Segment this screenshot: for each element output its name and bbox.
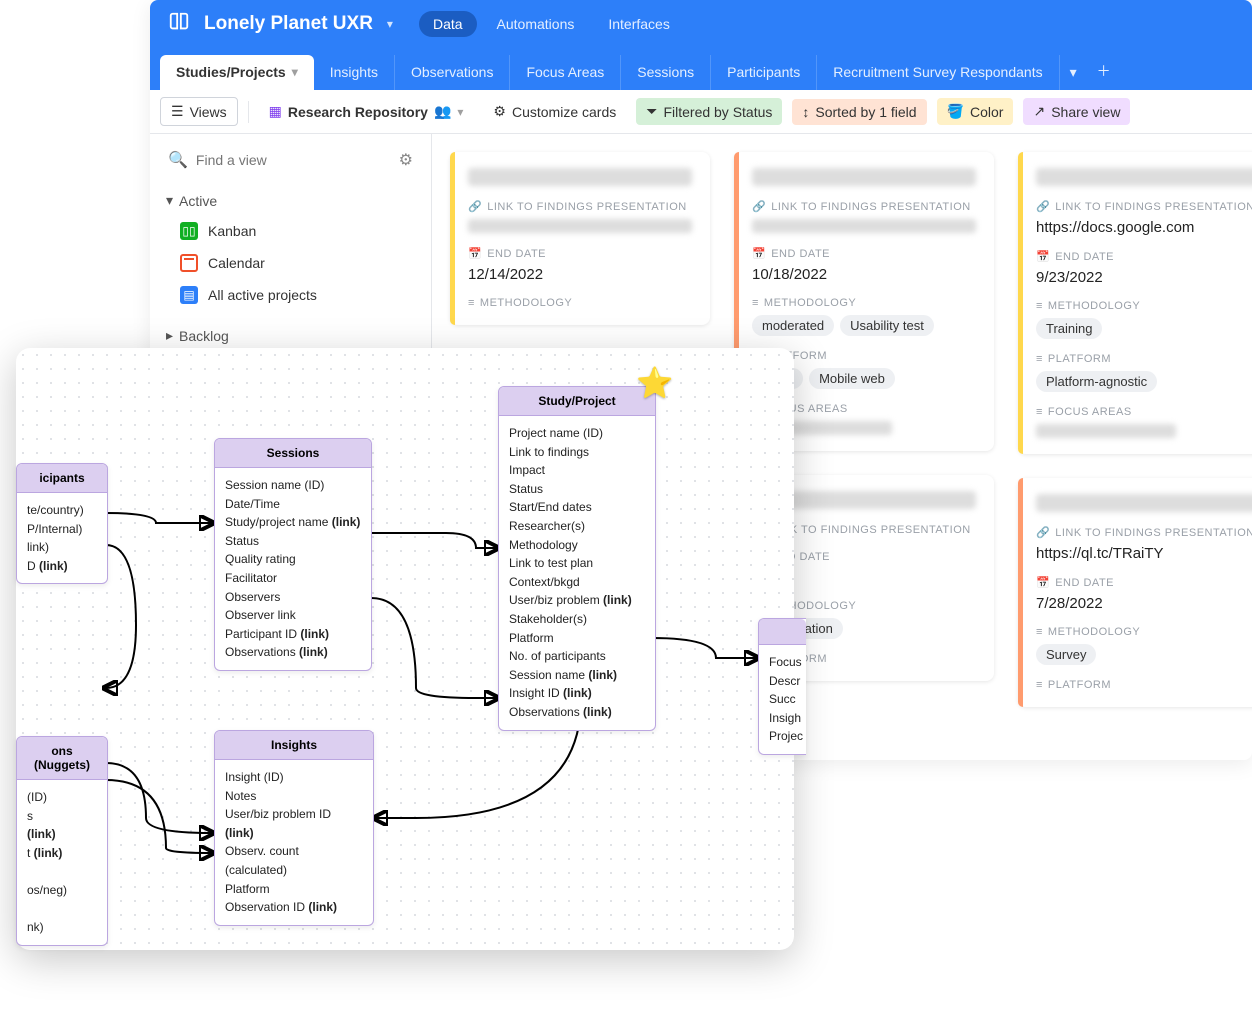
field-label: ≡ METHODOLOGY <box>1036 300 1252 312</box>
field-label: 📅 END DATE <box>1036 250 1252 263</box>
share-icon: ↗ <box>1033 103 1045 120</box>
view-all-active[interactable]: ▤All active projects <box>162 279 419 311</box>
field-label: ≡ METHODOLOGY <box>1036 626 1252 638</box>
study-card[interactable]: 🔗 LINK TO FINDINGS PRESENTATION 📅 END DA… <box>450 152 710 325</box>
base-title[interactable]: Lonely Planet UXR <box>204 13 373 35</box>
customize-cards-button[interactable]: ⚙Customize cards <box>483 98 626 125</box>
view-calendar[interactable]: Calendar <box>162 247 419 279</box>
card-title-redacted <box>1036 494 1252 512</box>
diagram-focus-box[interactable]: FocusDescrSuccInsighProjec <box>758 618 806 755</box>
field-label: ≡ METHODOLOGY <box>468 297 692 309</box>
chevron-down-icon[interactable]: ▾ <box>387 17 393 31</box>
section-backlog[interactable]: ▸Backlog <box>162 321 419 350</box>
diagram-insights-box[interactable]: Insights Insight (ID)NotesUser/biz probl… <box>214 730 374 926</box>
top-bar: Lonely Planet UXR ▾ Data Automations Int… <box>150 0 1252 48</box>
gear-icon[interactable]: ⚙ <box>399 150 413 170</box>
link-value: https://docs.google.com <box>1036 219 1252 236</box>
field-label: 🔗 LINK TO FINDINGS PRESENTATION <box>1036 200 1252 213</box>
end-date-value: 7/28/2022 <box>1036 595 1252 612</box>
table-tab-sessions[interactable]: Sessions <box>621 55 711 90</box>
table-tab-insights[interactable]: Insights <box>314 55 395 90</box>
star-icon: ⭐ <box>636 366 673 401</box>
views-button[interactable]: ☰Views <box>160 97 238 126</box>
table-tab-participants[interactable]: Participants <box>711 55 817 90</box>
schema-diagram: icipants te/country)P/Internal)link)D (l… <box>16 348 794 950</box>
table-tab-studies[interactable]: Studies/Projects▾ <box>160 55 314 90</box>
study-card[interactable]: 🔗 LINK TO FINDINGS PRESENTATION https://q… <box>1018 478 1252 707</box>
search-icon: 🔍 <box>168 150 188 170</box>
paint-icon: 🪣 <box>947 103 964 120</box>
field-label: ≡ PLATFORM <box>1036 353 1252 365</box>
end-date-value: 9/23/2022 <box>1036 269 1252 286</box>
field-label: 🔗 LINK TO FINDINGS PRESENTATION <box>752 200 976 213</box>
field-label: 🔗 LINK TO FINDINGS PRESENTATION <box>1036 526 1252 539</box>
diagram-body: Session name (ID)Date/TimeStudy/project … <box>215 468 371 670</box>
end-date-value: 10/18/2022 <box>752 266 976 283</box>
view-kanban[interactable]: ▯▯Kanban <box>162 215 419 247</box>
filter-button[interactable]: ⏷Filtered by Status <box>636 98 782 125</box>
diagram-body: Insight (ID)NotesUser/biz problem ID (li… <box>215 760 373 925</box>
people-icon: 👥 <box>434 103 451 120</box>
table-tab-observations[interactable]: Observations <box>395 55 510 90</box>
share-view-button[interactable]: ↗Share view <box>1023 98 1130 125</box>
link-value: https://ql.tc/TRaiTY <box>1036 545 1252 562</box>
field-label: 🔗 LINK TO FINDINGS PRESENTATION <box>468 200 692 213</box>
tab-data[interactable]: Data <box>419 11 477 37</box>
diagram-study-box[interactable]: Study/Project Project name (ID)Link to f… <box>498 386 656 731</box>
card-title-redacted <box>468 168 692 186</box>
field-label: ≡ PLATFORM <box>1036 679 1252 691</box>
field-label: 📅 END DATE <box>1036 576 1252 589</box>
chevron-down-icon[interactable]: ▾ <box>457 105 463 119</box>
section-active[interactable]: ▾Active <box>162 186 419 215</box>
card-title-redacted <box>752 168 976 186</box>
diagram-participants-box[interactable]: icipants te/country)P/Internal)link)D (l… <box>16 463 108 584</box>
grid-icon: ▤ <box>180 286 198 304</box>
calendar-icon <box>180 254 198 272</box>
table-tabs: Studies/Projects▾ Insights Observations … <box>150 48 1252 90</box>
chevron-down-icon[interactable]: ▾ <box>292 65 298 79</box>
diagram-body: Project name (ID)Link to findingsImpactS… <box>499 416 655 730</box>
diagram-sessions-box[interactable]: Sessions Session name (ID)Date/TimeStudy… <box>214 438 372 671</box>
tab-interfaces[interactable]: Interfaces <box>594 11 683 37</box>
redacted-value <box>752 219 976 233</box>
card-title-redacted <box>1036 168 1252 186</box>
add-table-button[interactable]: ＋ <box>1087 52 1121 90</box>
table-tab-focus-areas[interactable]: Focus Areas <box>510 55 621 90</box>
field-label: 📅 END DATE <box>468 247 692 260</box>
view-research-repository[interactable]: ▦ Research Repository 👥 ▾ <box>259 98 474 125</box>
field-label: ≡ METHODOLOGY <box>752 297 976 309</box>
more-tables-chevron-icon[interactable]: ▾ <box>1060 55 1087 90</box>
field-label: ≡ FOCUS AREAS <box>1036 406 1252 418</box>
caret-right-icon: ▸ <box>166 327 173 344</box>
toolbar: ☰Views ▦ Research Repository 👥 ▾ ⚙Custom… <box>150 90 1252 134</box>
sort-icon: ↕ <box>802 104 809 120</box>
table-tab-recruitment[interactable]: Recruitment Survey Respondants <box>817 55 1059 90</box>
kanban-icon: ▦ <box>269 103 282 120</box>
filter-icon: ⏷ <box>646 103 657 120</box>
redacted-value <box>1036 424 1176 438</box>
diagram-body: te/country)P/Internal)link)D (link) <box>17 493 107 583</box>
redacted-value <box>468 219 692 233</box>
diagram-body: (ID)s(link)t (link) os/neg) nk) <box>17 780 107 945</box>
diagram-nuggets-box[interactable]: ons (Nuggets) (ID)s(link)t (link) os/neg… <box>16 736 108 946</box>
gear-icon: ⚙ <box>493 103 506 120</box>
diagram-body: FocusDescrSuccInsighProjec <box>759 645 806 754</box>
color-button[interactable]: 🪣Color <box>937 98 1014 125</box>
kanban-icon: ▯▯ <box>180 222 198 240</box>
end-date-value: 12/14/2022 <box>468 266 692 283</box>
menu-icon: ☰ <box>171 103 184 120</box>
find-view-input[interactable] <box>196 152 391 168</box>
study-card[interactable]: 🔗 LINK TO FINDINGS PRESENTATION https://d… <box>1018 152 1252 454</box>
caret-down-icon: ▾ <box>166 192 173 209</box>
book-icon <box>168 11 190 38</box>
sort-button[interactable]: ↕Sorted by 1 field <box>792 99 926 125</box>
field-label: 📅 END DATE <box>752 247 976 260</box>
tab-automations[interactable]: Automations <box>483 11 589 37</box>
